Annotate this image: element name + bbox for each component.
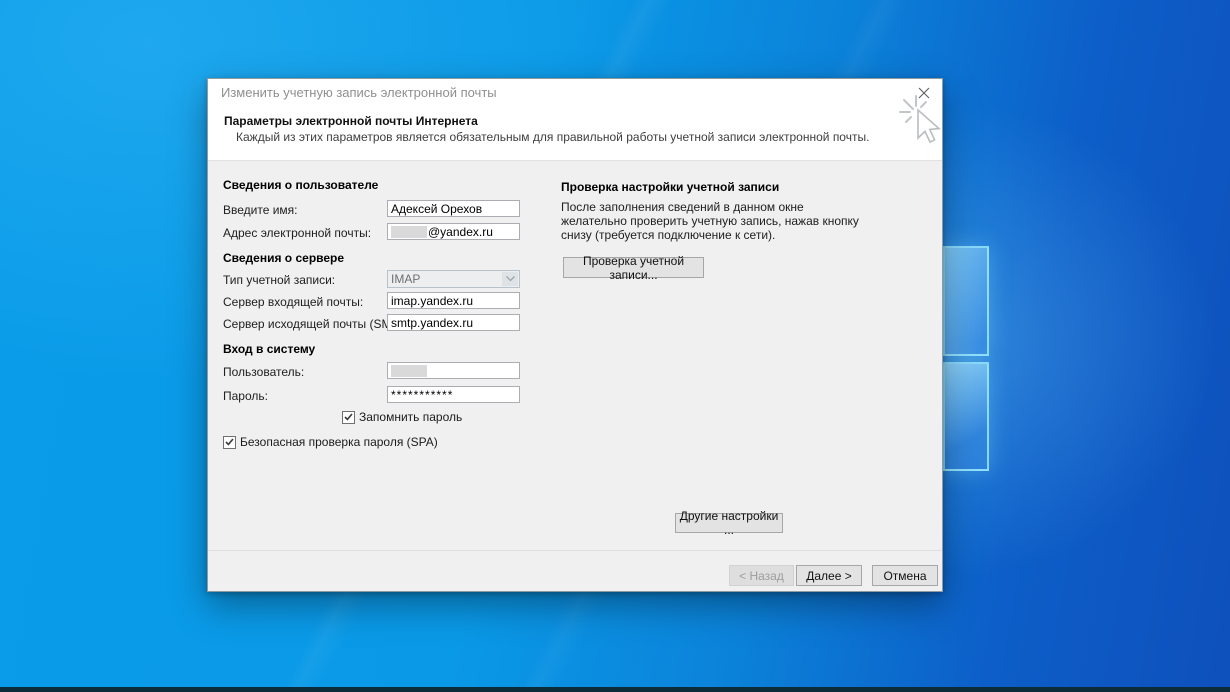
incoming-server-input[interactable]: imap.yandex.ru [387, 292, 520, 309]
email-redaction-block [391, 226, 427, 238]
desktop: { "dialog": { "title": "Изменить учетную… [0, 0, 1230, 692]
section-server-info: Сведения о сервере [223, 251, 344, 265]
footer-divider [208, 550, 942, 551]
incoming-server-label: Сервер входящей почты: [223, 295, 363, 309]
dialog-titlebar[interactable]: Изменить учетную запись электронной почт… [208, 79, 942, 105]
test-settings-heading: Проверка настройки учетной записи [561, 180, 779, 194]
test-account-button[interactable]: Проверка учетной записи... [563, 257, 704, 278]
password-input[interactable]: *********** [387, 386, 520, 403]
next-button[interactable]: Далее > [796, 565, 862, 586]
dropdown-arrow-box [502, 272, 518, 286]
username-redaction-block [391, 365, 427, 377]
check-icon [225, 438, 234, 446]
close-button[interactable] [915, 84, 933, 102]
remember-password-checkbox[interactable]: Запомнить пароль [342, 410, 462, 424]
section-user-info: Сведения о пользователе [223, 178, 378, 192]
checkbox-box [342, 411, 355, 424]
section-login: Вход в систему [223, 342, 315, 356]
outgoing-server-value: smtp.yandex.ru [391, 316, 473, 330]
test-settings-description: После заполнения сведений в данном окне … [561, 200, 863, 242]
email-label: Адрес электронной почты: [223, 226, 371, 240]
name-input[interactable]: Адексей Орехов [387, 200, 520, 217]
username-label: Пользователь: [223, 365, 304, 379]
taskbar-sliver[interactable] [0, 687, 1230, 692]
outgoing-server-label: Сервер исходящей почты (SMTP): [223, 317, 414, 331]
email-account-dialog: Изменить учетную запись электронной почт… [207, 78, 943, 592]
email-input[interactable]: @yandex.ru [387, 223, 520, 240]
outgoing-server-input[interactable]: smtp.yandex.ru [387, 314, 520, 331]
cancel-button[interactable]: Отмена [872, 565, 938, 586]
header-subtitle: Каждый из этих параметров является обяза… [236, 130, 869, 144]
more-settings-button[interactable]: Другие настройки ... [675, 513, 783, 533]
password-label: Пароль: [223, 389, 268, 403]
header-title: Параметры электронной почты Интернета [224, 114, 478, 128]
windows-logo-pane-top [943, 246, 989, 356]
account-type-label: Тип учетной записи: [223, 273, 335, 287]
username-input[interactable] [387, 362, 520, 379]
incoming-server-value: imap.yandex.ru [391, 294, 473, 308]
check-icon [344, 413, 353, 421]
chevron-down-icon [506, 276, 515, 282]
account-type-dropdown: IMAP [387, 270, 520, 288]
dialog-title: Изменить учетную запись электронной почт… [221, 85, 497, 100]
password-value: *********** [391, 388, 453, 402]
back-button[interactable]: < Назад [729, 565, 794, 586]
checkbox-box [223, 436, 236, 449]
dialog-header: Параметры электронной почты Интернета Ка… [208, 105, 942, 161]
spa-checkbox[interactable]: Безопасная проверка пароля (SPA) [223, 435, 438, 449]
windows-logo-pane-bottom [943, 362, 989, 471]
close-icon [918, 87, 930, 99]
name-value: Адексей Орехов [391, 202, 482, 216]
name-label: Введите имя: [223, 203, 298, 217]
remember-password-label: Запомнить пароль [359, 410, 462, 424]
account-type-value: IMAP [391, 272, 420, 286]
spa-label: Безопасная проверка пароля (SPA) [240, 435, 438, 449]
email-value: @yandex.ru [428, 225, 493, 239]
